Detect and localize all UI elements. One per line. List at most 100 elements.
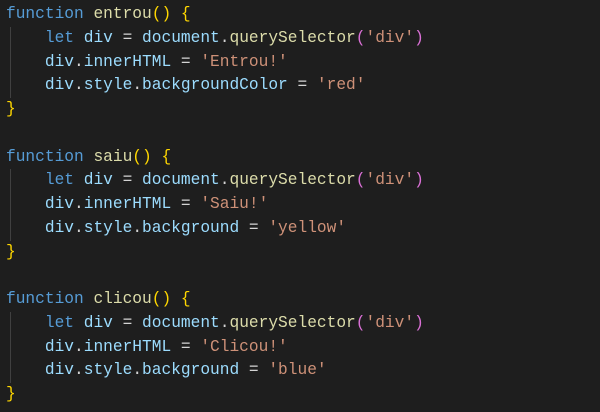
code-token: () bbox=[132, 147, 152, 166]
code-line[interactable]: } bbox=[0, 383, 600, 407]
code-token: function bbox=[6, 5, 84, 23]
code-token: innerHTML bbox=[83, 195, 172, 213]
code-line[interactable]: div.innerHTML = 'Clicou!' bbox=[0, 335, 600, 360]
code-token: . bbox=[74, 76, 84, 95]
indent-guide bbox=[10, 74, 11, 98]
code-token: background bbox=[142, 361, 240, 380]
code-token: backgroundColor bbox=[142, 76, 288, 95]
code-line[interactable]: } bbox=[0, 98, 600, 122]
code-token: = bbox=[239, 361, 269, 380]
code-token: ( bbox=[355, 313, 366, 332]
code-token: div bbox=[44, 361, 75, 380]
code-token: () bbox=[151, 5, 172, 23]
code-token: . bbox=[74, 195, 84, 213]
code-token: . bbox=[74, 218, 84, 237]
indent-guide bbox=[10, 359, 11, 383]
code-token: () bbox=[151, 290, 172, 308]
code-token: 'div' bbox=[365, 28, 415, 47]
code-line[interactable] bbox=[0, 122, 600, 146]
code-token: { bbox=[180, 5, 191, 23]
code-line[interactable] bbox=[0, 264, 600, 288]
code-token: ) bbox=[414, 28, 424, 47]
code-token: div bbox=[83, 313, 113, 332]
code-token: document bbox=[142, 313, 220, 332]
code-line[interactable]: function entrou() { bbox=[0, 3, 600, 27]
code-line[interactable]: function clicou() { bbox=[0, 288, 600, 312]
indent-guide bbox=[10, 216, 11, 241]
code-token: div bbox=[83, 171, 113, 190]
code-editor[interactable]: function entrou() { let div = document.q… bbox=[0, 0, 600, 407]
code-token: entrou bbox=[93, 5, 152, 23]
indent-guide bbox=[10, 335, 11, 360]
indent-guide bbox=[10, 169, 11, 193]
code-token: let bbox=[44, 313, 75, 332]
code-line[interactable]: let div = document.querySelector('div') bbox=[0, 311, 600, 336]
code-token: function bbox=[6, 147, 84, 166]
code-token: = bbox=[287, 76, 317, 95]
code-token: 'Saiu!' bbox=[200, 195, 269, 213]
code-token: 'Entrou!' bbox=[200, 52, 288, 71]
code-token: 'div' bbox=[365, 313, 415, 332]
code-token: let bbox=[44, 171, 75, 190]
code-token: 'yellow' bbox=[268, 218, 347, 237]
code-token: . bbox=[74, 52, 84, 71]
code-line[interactable]: div.style.background = 'yellow' bbox=[0, 216, 600, 241]
code-line[interactable]: } bbox=[0, 241, 600, 265]
code-line[interactable]: div.style.background = 'blue' bbox=[0, 359, 600, 383]
code-line[interactable]: let div = document.querySelector('div') bbox=[0, 169, 600, 193]
code-token: style bbox=[83, 361, 133, 380]
code-line[interactable]: let div = document.querySelector('div') bbox=[0, 26, 600, 51]
code-token: 'Clicou!' bbox=[200, 337, 288, 356]
code-token: . bbox=[132, 76, 143, 95]
code-line[interactable]: div.style.backgroundColor = 'red' bbox=[0, 74, 600, 98]
code-token: . bbox=[74, 337, 84, 356]
code-token: { bbox=[161, 147, 172, 166]
code-token: 'red' bbox=[316, 76, 366, 95]
code-token: querySelector bbox=[229, 171, 356, 190]
code-token: style bbox=[83, 76, 133, 95]
code-token: { bbox=[180, 290, 191, 308]
code-token: div bbox=[44, 195, 75, 213]
code-line[interactable]: div.innerHTML = 'Saiu!' bbox=[0, 193, 600, 217]
code-token: ) bbox=[414, 171, 424, 190]
code-token: = bbox=[112, 171, 143, 190]
code-token: document bbox=[142, 28, 220, 47]
indent-guide bbox=[10, 311, 11, 336]
code-token: let bbox=[44, 28, 75, 47]
code-token: = bbox=[112, 313, 143, 332]
code-token: div bbox=[44, 76, 75, 95]
indent-guide bbox=[10, 50, 11, 75]
code-token: . bbox=[74, 361, 84, 380]
code-token: } bbox=[6, 385, 16, 403]
code-token: ( bbox=[355, 171, 366, 190]
code-token: style bbox=[83, 218, 133, 237]
code-line[interactable]: function saiu() { bbox=[0, 146, 600, 170]
code-token: ) bbox=[414, 313, 424, 332]
indent-guide bbox=[10, 26, 11, 51]
code-line[interactable]: div.innerHTML = 'Entrou!' bbox=[0, 50, 600, 75]
code-token: innerHTML bbox=[83, 337, 172, 356]
code-token: . bbox=[132, 218, 143, 237]
code-token: ( bbox=[355, 28, 366, 47]
code-token: function bbox=[6, 290, 84, 308]
code-token: querySelector bbox=[229, 28, 356, 47]
code-token: innerHTML bbox=[83, 52, 172, 71]
code-token: 'div' bbox=[365, 171, 415, 190]
code-token: div bbox=[44, 337, 75, 356]
code-token: clicou bbox=[93, 290, 152, 308]
code-token: background bbox=[142, 218, 240, 237]
